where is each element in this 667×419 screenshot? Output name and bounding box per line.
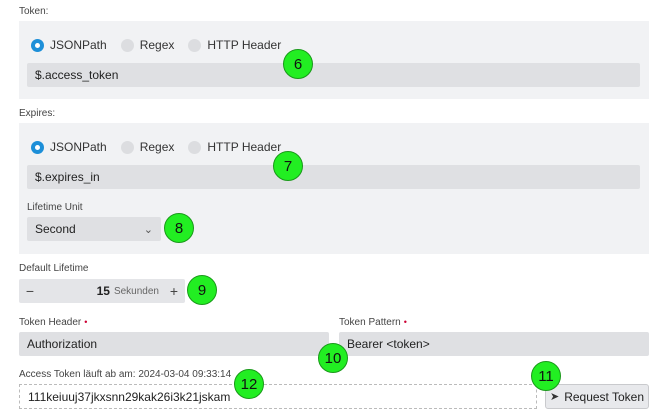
required-indicator: •: [403, 317, 407, 327]
token-label: Token:: [19, 6, 49, 17]
expires-radio-regex[interactable]: Regex: [120, 140, 174, 154]
radio-dot-icon: [120, 140, 134, 154]
lifetime-unit-select[interactable]: Second ⌄: [27, 217, 161, 241]
increment-button[interactable]: +: [163, 283, 185, 299]
access-token-input[interactable]: 111keiuuj37jkxsnn29kak26i3k21jskam: [19, 384, 537, 409]
expires-radio-http-header[interactable]: HTTP Header: [188, 140, 281, 154]
annotation-marker-12: 12: [234, 369, 264, 399]
radio-dot-icon: [188, 38, 202, 52]
default-lifetime-stepper: − 15 Sekunden +: [19, 279, 185, 303]
expires-jsonpath-input[interactable]: $.expires_in: [27, 165, 640, 189]
annotation-marker-9: 9: [187, 275, 217, 305]
radio-dot-icon: [120, 38, 134, 52]
lifetime-unit-label: Lifetime Unit: [27, 202, 83, 213]
default-lifetime-label: Default Lifetime: [19, 263, 89, 274]
token-pattern-input[interactable]: Bearer <token>: [339, 332, 649, 356]
annotation-marker-8: 8: [164, 213, 194, 243]
chevron-down-icon: ⌄: [143, 224, 153, 236]
expires-radio-jsonpath[interactable]: JSONPath: [31, 140, 107, 154]
token-header-input[interactable]: Authorization: [19, 332, 329, 356]
request-token-button[interactable]: ➤ Request Token: [545, 384, 649, 409]
radio-dot-icon: [31, 38, 44, 52]
radio-dot-icon: [188, 140, 202, 154]
token-pattern-label: Token Pattern •: [339, 317, 407, 328]
access-token-expiry-label: Access Token läuft ab am: 2024-03-04 09:…: [19, 369, 232, 380]
default-lifetime-value[interactable]: 15: [97, 284, 110, 298]
required-indicator: •: [84, 317, 88, 327]
request-token-label: Request Token: [564, 389, 645, 404]
token-radio-regex[interactable]: Regex: [120, 38, 174, 52]
annotation-marker-6: 6: [283, 49, 313, 79]
decrement-button[interactable]: −: [19, 283, 41, 299]
annotation-marker-10: 10: [318, 343, 348, 373]
token-radio-http-header[interactable]: HTTP Header: [188, 38, 281, 52]
paper-plane-icon: ➤: [549, 391, 560, 403]
token-jsonpath-input[interactable]: $.access_token: [27, 63, 640, 87]
expires-label: Expires:: [19, 108, 56, 119]
default-lifetime-unit: Sekunden: [113, 285, 159, 297]
token-radio-jsonpath[interactable]: JSONPath: [31, 38, 107, 52]
annotation-marker-7: 7: [273, 151, 303, 181]
expires-source-radio-group: JSONPath Regex HTTP Header: [31, 140, 295, 154]
token-source-radio-group: JSONPath Regex HTTP Header: [31, 38, 295, 52]
annotation-marker-11: 11: [531, 361, 561, 391]
token-panel: [19, 21, 649, 99]
token-header-label: Token Header •: [19, 317, 88, 328]
radio-dot-icon: [31, 140, 44, 154]
lifetime-unit-value: Second: [35, 222, 76, 236]
